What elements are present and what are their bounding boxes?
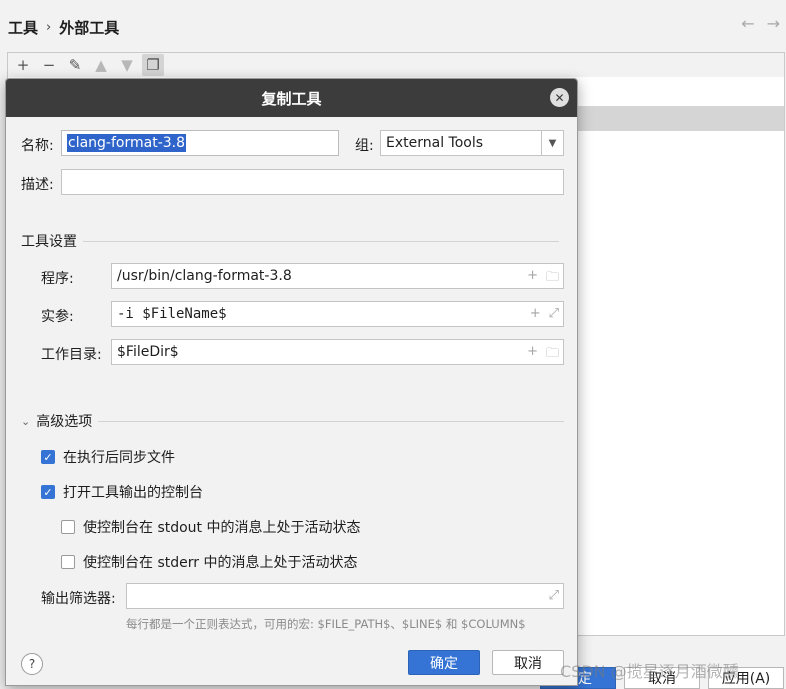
move-down-icon[interactable]: ▼: [116, 54, 138, 76]
close-icon[interactable]: ✕: [550, 88, 569, 107]
description-label: 描述:: [21, 177, 54, 193]
name-value: clang-format-3.8: [67, 134, 187, 152]
args-value: -i $FileName$: [117, 306, 227, 322]
activate-stdout-checkbox[interactable]: 使控制台在 stdout 中的消息上处于活动状态: [61, 517, 361, 537]
dialog-title-bar: 复制工具 ✕: [6, 79, 577, 117]
description-field[interactable]: [61, 169, 564, 195]
folder-icon[interactable]: 🗀: [546, 268, 559, 290]
insert-macro-icon[interactable]: +: [527, 344, 538, 366]
name-label: 名称:: [21, 138, 54, 154]
chevron-right-icon: ›: [46, 20, 52, 35]
program-value: /usr/bin/clang-format-3.8: [117, 268, 292, 284]
activate-stderr-label: 使控制台在 stderr 中的消息上处于活动状态: [83, 555, 358, 571]
help-icon[interactable]: ?: [21, 653, 43, 675]
cancel-button[interactable]: 取消: [492, 650, 564, 675]
insert-macro-icon[interactable]: +: [527, 268, 538, 290]
tool-settings-heading: 工具设置: [21, 234, 77, 250]
checkmark-icon[interactable]: ✓: [41, 450, 55, 464]
ok-button[interactable]: 确定: [408, 650, 480, 675]
edit-icon[interactable]: ✎: [64, 54, 86, 76]
sync-files-label: 在执行后同步文件: [63, 450, 175, 466]
forward-arrow-icon[interactable]: →: [767, 14, 780, 33]
checkbox-empty-icon[interactable]: [61, 555, 75, 569]
program-field[interactable]: /usr/bin/clang-format-3.8 + 🗀: [111, 263, 564, 289]
chevron-down-icon[interactable]: ⌄: [21, 415, 30, 428]
breadcrumb-external-tools: 外部工具: [59, 19, 120, 37]
copy-icon[interactable]: ❐: [142, 54, 164, 76]
activate-stderr-checkbox[interactable]: 使控制台在 stderr 中的消息上处于活动状态: [61, 552, 357, 572]
output-filters-field[interactable]: ⤢: [126, 583, 564, 609]
move-up-icon[interactable]: ▲: [90, 54, 112, 76]
sync-files-checkbox[interactable]: ✓ 在执行后同步文件: [41, 447, 175, 467]
tool-settings-section: 工具设置: [21, 231, 559, 251]
args-field[interactable]: -i $FileName$ + ⤢: [111, 301, 564, 327]
expand-icon[interactable]: ⤢: [549, 588, 559, 603]
workdir-field[interactable]: $FileDir$ + 🗀: [111, 339, 564, 365]
watermark: CSDN @揽星逐月酒微醺: [560, 662, 739, 681]
advanced-section[interactable]: ⌄ 高级选项: [21, 411, 565, 431]
output-filters-label: 输出筛选器:: [41, 591, 116, 607]
tools-toolbar: + − ✎ ▲ ▼ ❐: [8, 53, 784, 77]
back-arrow-icon[interactable]: ←: [741, 14, 754, 33]
remove-icon[interactable]: −: [38, 54, 60, 76]
section-divider: [83, 240, 559, 242]
output-filters-hint: 每行都是一个正则表达式，可用的宏: $FILE_PATH$、$LINE$ 和 $…: [126, 617, 526, 631]
add-icon[interactable]: +: [12, 54, 34, 76]
open-console-label: 打开工具输出的控制台: [63, 485, 203, 501]
chevron-down-icon[interactable]: ▼: [541, 131, 563, 155]
folder-icon[interactable]: 🗀: [546, 344, 559, 366]
program-label: 程序:: [41, 271, 74, 287]
advanced-heading: 高级选项: [36, 414, 93, 430]
group-label: 组:: [355, 138, 374, 154]
checkbox-empty-icon[interactable]: [61, 520, 75, 534]
tools-list-selected-row[interactable]: [578, 106, 784, 131]
open-console-checkbox[interactable]: ✓ 打开工具输出的控制台: [41, 482, 203, 502]
breadcrumb-tools[interactable]: 工具: [8, 17, 38, 38]
dialog-title: 复制工具: [261, 89, 322, 108]
workdir-label: 工作目录:: [41, 347, 102, 363]
copy-tool-dialog: 复制工具 ✕ 名称: clang-format-3.8 组: External …: [5, 78, 578, 686]
group-combo[interactable]: External Tools ▼: [380, 130, 564, 156]
expand-icon[interactable]: ⤢: [549, 306, 559, 321]
history-nav: ← →: [741, 14, 780, 33]
insert-macro-icon[interactable]: +: [530, 306, 541, 321]
activate-stdout-label: 使控制台在 stdout 中的消息上处于活动状态: [83, 520, 361, 536]
name-field[interactable]: clang-format-3.8: [61, 130, 339, 156]
args-label: 实参:: [41, 309, 74, 325]
group-value: External Tools: [386, 135, 484, 151]
breadcrumb: 工具 › 外部工具: [8, 17, 119, 38]
section-divider: [98, 420, 565, 422]
workdir-value: $FileDir$: [117, 344, 179, 360]
checkmark-icon[interactable]: ✓: [41, 485, 55, 499]
